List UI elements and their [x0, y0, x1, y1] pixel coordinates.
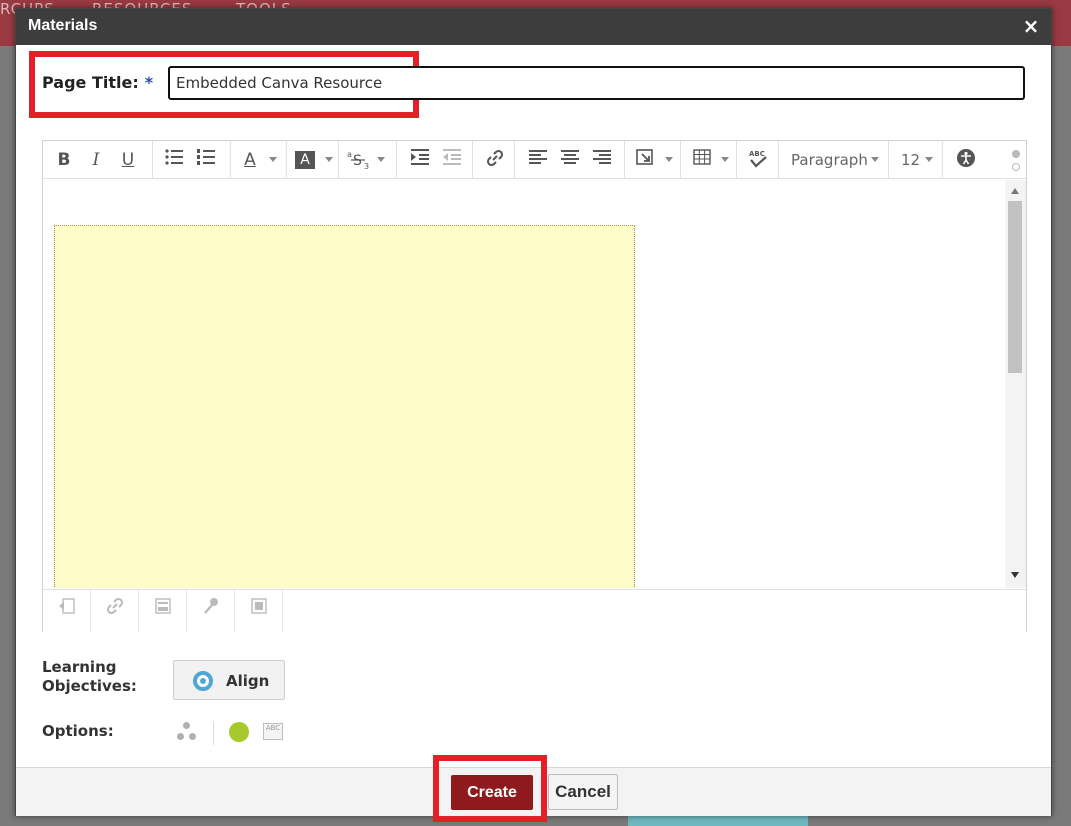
font-color-button[interactable]: A — [241, 148, 259, 172]
dialog-header: Materials × — [16, 9, 1051, 45]
align-button-label: Align — [226, 672, 270, 690]
toolbar-group-accessibility — [943, 141, 989, 179]
indent-icon[interactable] — [409, 148, 431, 172]
svg-text:S: S — [353, 153, 362, 169]
size-caret-icon[interactable] — [925, 157, 933, 162]
bullet-list-icon[interactable] — [163, 148, 185, 172]
insert-image-icon[interactable] — [235, 590, 283, 632]
spellcheck-option-icon[interactable]: ABC — [263, 723, 283, 740]
superscript-subscript-icon[interactable]: aS3 — [345, 148, 371, 172]
editor-content-area[interactable] — [43, 180, 1004, 588]
toolbar-group-highlight: A — [287, 141, 339, 179]
toolbar-group-link — [473, 141, 515, 179]
font-size-dropdown[interactable]: 12 — [901, 151, 920, 169]
highlight-color-button[interactable]: A — [295, 151, 315, 169]
outdent-icon[interactable] — [441, 148, 463, 172]
create-button[interactable]: Create — [451, 775, 533, 810]
table-caret-icon[interactable] — [721, 157, 729, 162]
spellcheck-icon[interactable]: ABC — [746, 148, 770, 172]
toolbar-expand-dot-icon[interactable] — [1012, 163, 1020, 171]
insert-document-icon[interactable] — [139, 590, 187, 632]
learning-objectives-label-line1: Learning — [42, 658, 117, 676]
close-icon[interactable]: × — [1021, 15, 1041, 37]
insert-audio-icon[interactable] — [187, 590, 235, 632]
align-left-icon[interactable] — [527, 148, 549, 172]
dialog-title: Materials — [28, 17, 98, 34]
font-color-caret-icon[interactable] — [269, 157, 277, 162]
grading-dots-icon[interactable] — [175, 720, 199, 742]
insert-caret-icon[interactable] — [665, 157, 673, 162]
learning-objectives-label: Learning Objectives: — [42, 658, 137, 696]
toolbar-group-align — [515, 141, 625, 179]
target-icon — [193, 671, 213, 691]
scroll-up-arrow-icon[interactable] — [1011, 188, 1019, 194]
toolbar-group-spellcheck: ABC — [737, 141, 779, 179]
toolbar-more-dot-icon[interactable] — [1012, 150, 1020, 158]
options-label: Options: — [42, 722, 114, 740]
format-caret-icon[interactable] — [871, 157, 879, 162]
toolbar-group-script: aS3 — [339, 141, 397, 179]
toolbar-group-table — [681, 141, 737, 179]
cancel-button[interactable]: Cancel — [548, 774, 618, 810]
numbered-list-icon[interactable] — [195, 148, 217, 172]
svg-text:ABC: ABC — [749, 150, 765, 158]
editor-toolbar: B I U A A aS3 ABC Paragraph 12 — [43, 141, 1026, 179]
rich-text-editor: B I U A A aS3 ABC Paragraph 12 — [42, 140, 1027, 632]
toolbar-group-text-style: B I U — [43, 141, 153, 179]
editor-scrollbar[interactable] — [1005, 180, 1026, 588]
paragraph-format-dropdown[interactable]: Paragraph — [791, 151, 868, 169]
required-marker: * — [144, 73, 154, 92]
scrollbar-thumb[interactable] — [1008, 201, 1022, 373]
toolbar-group-indent — [397, 141, 473, 179]
accessibility-icon[interactable] — [955, 148, 977, 172]
scroll-down-arrow-icon[interactable] — [1011, 572, 1019, 578]
toolbar-group-lists — [153, 141, 231, 179]
dot-icon — [183, 722, 190, 729]
options-divider — [213, 721, 214, 745]
align-button[interactable]: Align — [173, 660, 285, 700]
insert-media-icon[interactable] — [635, 148, 657, 172]
align-right-icon[interactable] — [591, 148, 613, 172]
editor-insert-bar — [43, 589, 1026, 632]
bold-button[interactable]: B — [55, 148, 73, 172]
toolbar-group-format: Paragraph — [779, 141, 889, 179]
page-title-label: Page Title: * — [42, 73, 153, 92]
toolbar-group-size: 12 — [889, 141, 943, 179]
dot-icon — [189, 733, 196, 740]
page-title-input[interactable] — [168, 66, 1025, 100]
svg-text:a: a — [347, 150, 352, 159]
italic-button[interactable]: I — [87, 148, 105, 172]
page-title-label-text: Page Title: — [42, 73, 139, 92]
toolbar-group-font-color: A — [231, 141, 287, 179]
toolbar-group-insert — [625, 141, 681, 179]
link-icon[interactable] — [484, 148, 506, 172]
insert-file-icon[interactable] — [43, 590, 91, 632]
embedded-canva-frame[interactable] — [54, 225, 635, 588]
align-center-icon[interactable] — [559, 148, 581, 172]
underline-button[interactable]: U — [119, 148, 137, 172]
dot-icon — [177, 733, 184, 740]
script-caret-icon[interactable] — [377, 157, 385, 162]
insert-web-link-icon[interactable] — [91, 590, 139, 632]
materials-dialog: Materials × Page Title: * B I U A — [15, 8, 1052, 822]
table-icon[interactable] — [691, 148, 713, 172]
learning-objectives-label-line2: Objectives: — [42, 677, 137, 695]
svg-text:3: 3 — [364, 162, 369, 170]
publish-status-icon[interactable] — [229, 722, 249, 742]
highlight-caret-icon[interactable] — [325, 157, 333, 162]
